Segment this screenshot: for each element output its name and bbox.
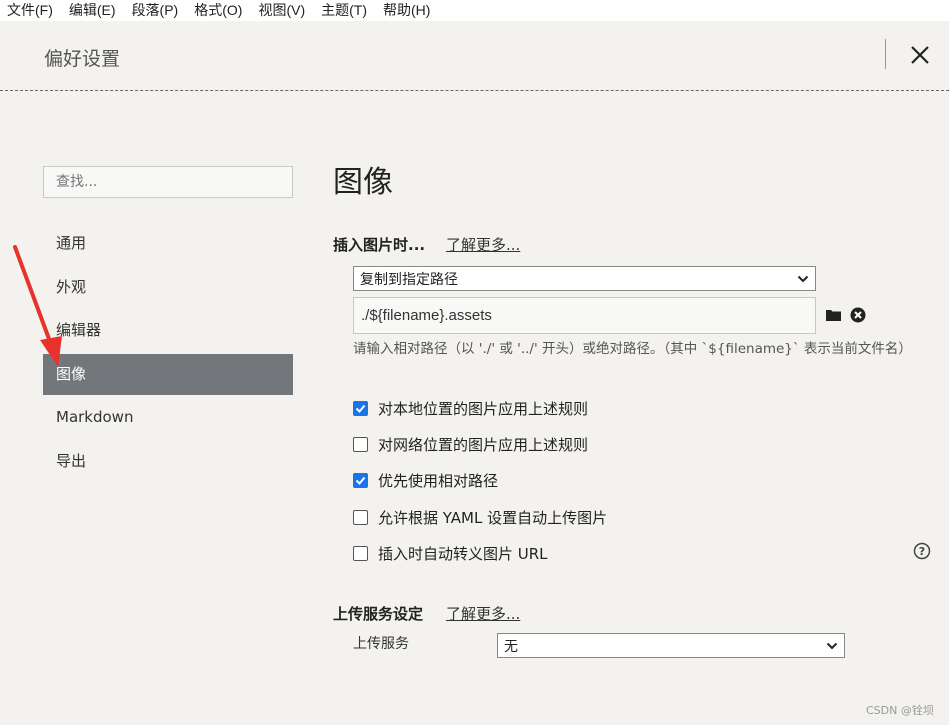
sidebar-nav: 通用 外观 编辑器 图像 Markdown 导出 [43, 223, 293, 484]
upload-service-label: 上传服务 [353, 636, 409, 652]
insert-learn-more-link[interactable]: 了解更多... [446, 234, 520, 255]
upload-service-heading: 上传服务设定 [333, 605, 424, 623]
option-label: 对网络位置的图片应用上述规则 [378, 436, 589, 454]
clear-path-button[interactable] [849, 306, 867, 324]
sidebar-item-image[interactable]: 图像 [43, 353, 293, 395]
menu-view[interactable]: 视图(V) [250, 0, 313, 21]
checkbox-network[interactable] [353, 437, 368, 452]
help-icon[interactable]: ? [913, 542, 931, 560]
search-input[interactable] [43, 166, 293, 198]
dialog-title: 偏好设置 [44, 48, 121, 70]
annotation-arrow [13, 245, 62, 367]
upload-service-value: 无 [504, 638, 518, 655]
upload-learn-more-link[interactable]: 了解更多... [446, 603, 520, 624]
checkmark-icon [355, 476, 366, 485]
menu-bar: 文件(F) 编辑(E) 段落(P) 格式(O) 视图(V) 主题(T) 帮助(H… [0, 0, 949, 21]
header-divider [885, 39, 886, 69]
insert-image-heading: 插入图片时... [333, 236, 426, 254]
option-row-yaml-upload[interactable]: 允许根据 YAML 设置自动上传图片 [353, 507, 607, 528]
insert-action-value: 复制到指定路径 [360, 271, 458, 288]
svg-text:?: ? [919, 545, 925, 558]
insert-action-select[interactable]: 复制到指定路径 [353, 266, 816, 291]
close-circle-icon [850, 307, 866, 323]
option-label: 优先使用相对路径 [378, 472, 499, 490]
sidebar-item-general[interactable]: 通用 [43, 223, 293, 264]
checkmark-icon [355, 404, 366, 413]
close-button[interactable] [906, 41, 934, 69]
menu-edit[interactable]: 编辑(E) [61, 0, 124, 21]
option-row-escape-url[interactable]: 插入时自动转义图片 URL [353, 543, 548, 564]
watermark: CSDN @铨坝 [866, 704, 934, 717]
chevron-down-icon [797, 275, 809, 283]
browse-folder-button[interactable] [824, 306, 842, 324]
option-label: 允许根据 YAML 设置自动上传图片 [378, 509, 608, 527]
option-label: 插入时自动转义图片 URL [378, 545, 548, 563]
checkbox-yaml-upload[interactable] [353, 510, 368, 525]
option-row-local[interactable]: 对本地位置的图片应用上述规则 [353, 398, 588, 419]
path-hint-text: 请输入相对路径（以 './' 或 '../' 开头）或绝对路径。（其中 `${f… [353, 341, 912, 357]
sidebar-item-export[interactable]: 导出 [43, 441, 293, 482]
option-label: 对本地位置的图片应用上述规则 [378, 400, 589, 418]
page-title: 图像 [333, 165, 393, 200]
image-path-input[interactable]: ./${filename}.assets [353, 297, 816, 334]
menu-paragraph[interactable]: 段落(P) [124, 0, 187, 21]
close-icon [911, 46, 929, 64]
sidebar-item-appearance[interactable]: 外观 [43, 267, 293, 308]
sidebar-item-markdown[interactable]: Markdown [43, 397, 293, 438]
menu-format[interactable]: 格式(O) [186, 0, 250, 21]
dialog-header: 偏好设置 [0, 21, 949, 91]
menu-file[interactable]: 文件(F) [0, 0, 61, 21]
checkbox-local[interactable] [353, 401, 368, 416]
header-dotted-divider [0, 90, 949, 91]
chevron-down-icon [826, 642, 838, 650]
sidebar-item-editor[interactable]: 编辑器 [43, 310, 293, 351]
option-row-relative[interactable]: 优先使用相对路径 [353, 470, 498, 491]
checkbox-escape-url[interactable] [353, 546, 368, 561]
folder-icon [825, 310, 841, 321]
checkbox-relative[interactable] [353, 473, 368, 488]
menu-theme[interactable]: 主题(T) [313, 0, 375, 21]
upload-service-select[interactable]: 无 [497, 633, 845, 658]
menu-help[interactable]: 帮助(H) [375, 0, 438, 21]
option-row-network[interactable]: 对网络位置的图片应用上述规则 [353, 434, 588, 455]
